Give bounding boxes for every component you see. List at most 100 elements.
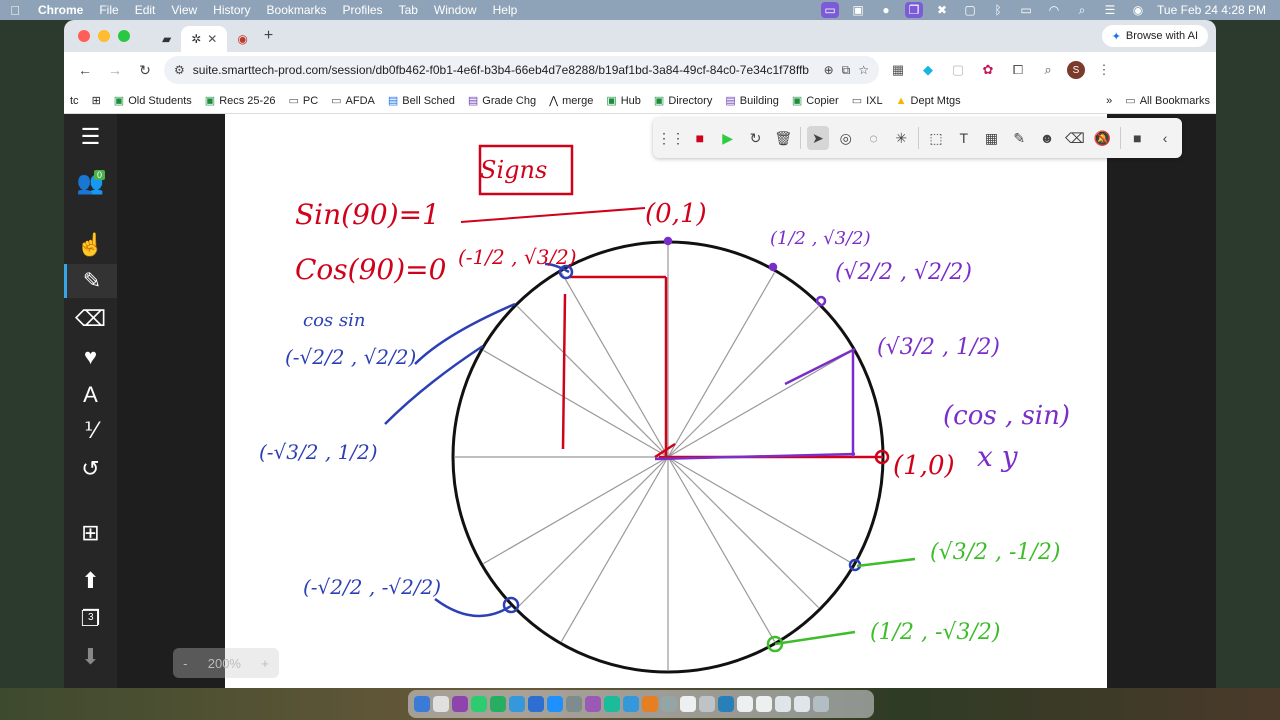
extensions-puzzle-icon[interactable]: ⧠ — [1007, 62, 1029, 78]
search-icon[interactable]: ⌕ — [1073, 3, 1091, 18]
menu-profiles[interactable]: Profiles — [335, 3, 391, 17]
menu-bookmarks[interactable]: Bookmarks — [259, 3, 335, 17]
tab-1[interactable]: ▰ — [152, 26, 181, 52]
menu-chrome[interactable]: Chrome — [30, 3, 91, 17]
stop-record-button[interactable]: ■ — [689, 126, 711, 150]
minimize-window-button[interactable] — [98, 30, 110, 42]
whiteboard-drawing[interactable]: Signs Sin(90)=1 Cos(90)=0 (0,1) (1,0) (-… — [225, 114, 1107, 688]
photos-icon[interactable] — [642, 696, 658, 712]
zoom-window-button[interactable] — [118, 30, 130, 42]
battery-icon[interactable]: ▭ — [1017, 3, 1035, 17]
menubar-datetime[interactable]: Tue Feb 24 4:28 PM — [1157, 3, 1266, 17]
undo-icon[interactable]: ↺ — [64, 452, 117, 486]
select-hand-icon[interactable]: ☝ — [64, 228, 117, 262]
bookmark-ixl[interactable]: ▭ IXL — [852, 94, 883, 108]
bookmark-building[interactable]: ▤ Building — [725, 94, 779, 108]
restart-icon[interactable]: ↻ — [745, 126, 767, 150]
bookmark-grade-chg[interactable]: ▤ Grade Chg — [468, 94, 536, 108]
facetime-icon[interactable] — [490, 696, 506, 712]
cursor-tool-icon[interactable]: ➤ — [807, 126, 829, 150]
forward-button[interactable]: → — [104, 62, 126, 78]
eraser-icon[interactable]: ⌫ — [1064, 126, 1086, 150]
math-tool-icon[interactable]: ⅟ — [64, 414, 117, 448]
messages-icon[interactable] — [471, 696, 487, 712]
bookmark-merge[interactable]: ⋀ merge — [549, 94, 593, 108]
more-bookmarks-icon[interactable]: » — [1106, 95, 1112, 107]
click-effect-icon[interactable]: ✳ — [890, 126, 912, 150]
window-thumbnail-icon[interactable] — [756, 696, 772, 712]
url-text[interactable]: suite.smarttech-prod.com/session/db0fb46… — [193, 63, 816, 77]
chrome-icon[interactable] — [433, 696, 449, 712]
spotlight-icon[interactable]: ◎ — [835, 126, 857, 150]
close-circle-icon[interactable]: ✖ — [933, 3, 951, 17]
bookmark-tc[interactable]: tc — [70, 95, 79, 107]
play-button[interactable]: ▶ — [717, 126, 739, 150]
bookmark-copier[interactable]: ▣ Copier — [792, 94, 839, 108]
app-icon[interactable] — [718, 696, 734, 712]
pen-tool-icon[interactable]: ✎ — [64, 264, 117, 298]
star-icon[interactable]: ☆ — [858, 63, 869, 77]
add-page-icon[interactable]: ⊞ — [64, 516, 117, 550]
bookmark-directory[interactable]: ▣ Directory — [654, 94, 712, 108]
highlight-cursor-icon[interactable]: ◌ — [863, 126, 885, 150]
select-area-icon[interactable]: ⬚ — [925, 126, 947, 150]
whiteboard-canvas[interactable]: Signs Sin(90)=1 Cos(90)=0 (0,1) (1,0) (-… — [225, 114, 1182, 688]
page-up-icon[interactable]: ⬆ — [64, 564, 117, 598]
tab-search-icon[interactable]: ⌕ — [1037, 62, 1059, 78]
settings-icon[interactable] — [566, 696, 582, 712]
grid-icon[interactable]: ▦ — [981, 126, 1003, 150]
back-button[interactable]: ← — [74, 62, 96, 78]
window-thumbnail-icon[interactable] — [775, 696, 791, 712]
close-window-button[interactable] — [78, 30, 90, 42]
browse-with-ai-button[interactable]: ✦ Browse with AI — [1101, 25, 1208, 47]
menu-edit[interactable]: Edit — [127, 3, 164, 17]
app-store-icon[interactable] — [547, 696, 563, 712]
tab-smarttech[interactable]: ✲ ✕ — [181, 26, 228, 52]
participants-button[interactable]: 👥 0 — [64, 166, 117, 200]
emoji-icon[interactable]: ☻ — [1036, 126, 1058, 150]
app-icon[interactable] — [528, 696, 544, 712]
zoom-out-button[interactable]: - — [183, 656, 187, 671]
camera-icon[interactable]: ■ — [1126, 126, 1148, 150]
mute-icon[interactable]: 🔕 — [1092, 126, 1114, 150]
new-tab-button[interactable]: + — [264, 27, 273, 45]
finder-icon[interactable] — [414, 696, 430, 712]
mail-icon[interactable] — [623, 696, 639, 712]
extension-icon[interactable]: ✿ — [977, 62, 999, 78]
apps-icon[interactable]: ⊞ — [92, 94, 101, 107]
menu-tab[interactable]: Tab — [391, 3, 426, 17]
window-thumbnail-icon[interactable] — [794, 696, 810, 712]
bookmark-bell-sched[interactable]: ▤ Bell Sched — [388, 94, 455, 108]
zoom-app-icon[interactable] — [509, 696, 525, 712]
extension-icon[interactable]: ▢ — [947, 62, 969, 78]
bluetooth-icon[interactable]: ᛒ — [989, 3, 1007, 17]
menu-hamburger-icon[interactable]: ☰ — [64, 120, 117, 154]
text-icon[interactable]: T — [953, 126, 975, 150]
menu-window[interactable]: Window — [426, 3, 485, 17]
app-icon[interactable] — [604, 696, 620, 712]
menu-file[interactable]: File — [91, 3, 126, 17]
drag-handle-icon[interactable]: ⋮⋮ — [657, 126, 685, 150]
trash-icon[interactable]: 🗑 — [772, 126, 794, 150]
collapse-icon[interactable]: ‹ — [1154, 126, 1176, 150]
zoom-icon[interactable]: ⊕ — [824, 63, 834, 77]
more-menu-icon[interactable]: ⋮ — [1093, 62, 1115, 78]
control-center-icon[interactable]: ☰ — [1101, 3, 1119, 17]
display-icon[interactable]: ▢ — [961, 3, 979, 17]
preview-icon[interactable]: ▣ — [849, 3, 867, 17]
bookmark-pc[interactable]: ▭ PC — [288, 94, 318, 108]
apple-icon[interactable]:  — [0, 3, 30, 18]
extension-icon[interactable]: ◆ — [917, 62, 939, 78]
menu-view[interactable]: View — [163, 3, 205, 17]
bookmark-dept-mtgs[interactable]: ▲ Dept Mtgs — [896, 95, 961, 107]
page-down-icon[interactable]: ⬇ — [64, 640, 117, 674]
address-bar[interactable]: ⚙ suite.smarttech-prod.com/session/db0fb… — [164, 56, 879, 84]
tab-3[interactable]: ◉ — [227, 26, 257, 52]
wifi-icon[interactable]: ◠ — [1045, 3, 1063, 17]
launchpad-icon[interactable] — [452, 696, 468, 712]
all-bookmarks[interactable]: ▭ All Bookmarks — [1125, 94, 1210, 108]
trash-icon[interactable] — [813, 696, 829, 712]
document-icon[interactable] — [737, 696, 753, 712]
app-icon[interactable] — [699, 696, 715, 712]
site-info-icon[interactable]: ⚙ — [174, 63, 185, 77]
